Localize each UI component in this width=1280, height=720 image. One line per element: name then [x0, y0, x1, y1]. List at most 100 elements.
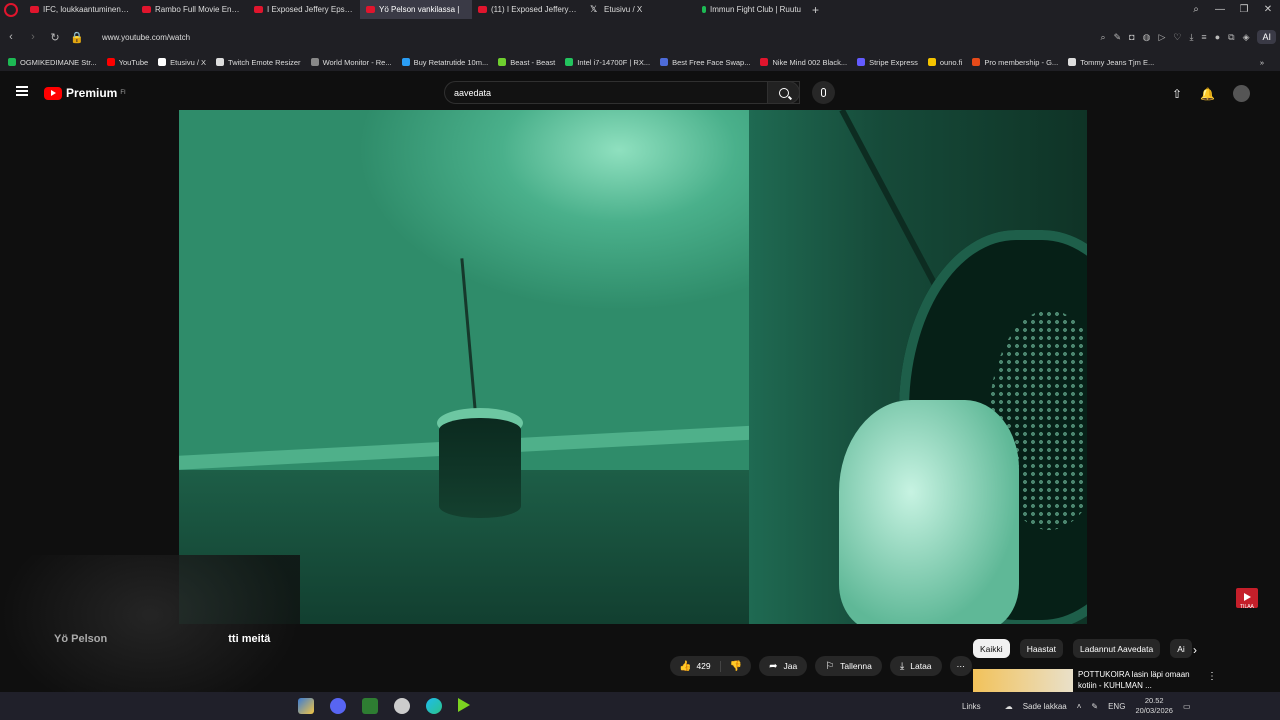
weather-text[interactable]: Sade lakkaa	[1023, 702, 1067, 711]
close-window-button[interactable]: ✕	[1256, 4, 1280, 15]
opera-menu-icon[interactable]	[4, 2, 18, 17]
search-tabs-icon[interactable]: ⌕	[1184, 4, 1208, 15]
address-bar: ‹ › ↻ 🔒 www.youtube.com/watch ⌕ ✎ ◘ ◍ ▷ …	[0, 27, 1280, 47]
video-frame-device	[439, 418, 521, 518]
bookmark-item[interactable]: Tommy Jeans Tjm E...	[1068, 58, 1154, 67]
filter-chip[interactable]: Kaikki	[973, 639, 1010, 658]
download-icon: ⤓	[899, 660, 905, 672]
search-input[interactable]: aavedata ✕	[444, 81, 800, 104]
search-icon[interactable]: ⌕	[1101, 32, 1106, 43]
bookmark-item[interactable]: Intel i7-14700F | RX...	[565, 58, 650, 67]
browser-tab[interactable]: I Exposed Jeffery Epstein	[248, 0, 360, 19]
recommended-thumbnail[interactable]	[973, 669, 1073, 693]
like-button[interactable]: 👍 429	[670, 660, 721, 672]
tray-overflow-icon[interactable]: ˄	[1077, 702, 1082, 711]
notifications-bell-icon[interactable]: 🔔	[1200, 87, 1215, 101]
hamburger-menu-icon[interactable]	[16, 86, 28, 96]
filter-chip[interactable]: Ai	[1170, 639, 1192, 658]
chips-next-icon[interactable]: ›	[1193, 643, 1197, 657]
browser-tab[interactable]: Yö Pelson vankilassa |	[360, 0, 472, 19]
search-button[interactable]	[767, 81, 800, 104]
more-actions-button[interactable]: ⋯	[949, 656, 973, 676]
menu-lines-icon[interactable]: ≡	[1201, 32, 1206, 42]
bookmark-item[interactable]: World Monitor - Re...	[310, 57, 392, 67]
video-player[interactable]	[179, 110, 1087, 624]
bookmark-item[interactable]: OGMIKEDIMANE Str...	[8, 58, 97, 67]
recommended-video[interactable]: POTTUKOIRA lasin läpi omaan kotiin - KUH…	[973, 669, 1217, 693]
bookmark-item[interactable]: Nike Mind 002 Black...	[760, 58, 847, 67]
app-white-icon[interactable]	[394, 698, 410, 714]
browser-tab[interactable]: IFC, loukkaantuminen & V	[24, 0, 136, 19]
bookmark-item[interactable]: YouTube	[106, 57, 149, 67]
filter-chip[interactable]: Ladannut Aavedata	[1072, 639, 1161, 658]
share-button[interactable]: ➦ Jaa	[759, 656, 808, 676]
extension-icon[interactable]: ⧉	[1228, 32, 1234, 43]
links-toolbar[interactable]: Links	[962, 702, 981, 711]
youtube-icon	[366, 6, 375, 13]
bookmark-item[interactable]: Buy Retatrutide 10m...	[401, 58, 488, 67]
browser-tab[interactable]: Rambo Full Movie English	[136, 0, 248, 19]
ai-button[interactable]: AI	[1257, 30, 1276, 44]
filter-chip[interactable]: Haastat	[1019, 639, 1063, 658]
bookmark-favicon-icon	[158, 58, 167, 66]
language-indicator[interactable]: ENG	[1108, 702, 1125, 711]
bookmark-label: World Monitor - Re...	[322, 57, 392, 67]
bookmark-item[interactable]: Beast - Beast	[498, 58, 555, 67]
app-green-icon[interactable]	[362, 698, 378, 714]
voice-search-button[interactable]	[812, 81, 835, 104]
edge-icon[interactable]	[426, 698, 442, 714]
bookmark-label: Pro membership - G...	[984, 57, 1059, 67]
bookmark-item[interactable]: Etusivu / X	[158, 58, 206, 67]
thumbs-down-icon: 👎	[729, 660, 743, 672]
tab-title: Yö Pelson vankilassa |	[379, 5, 460, 14]
bookmark-favicon-icon	[498, 58, 507, 66]
discord-icon[interactable]	[330, 698, 346, 714]
dislike-button[interactable]: 👎	[721, 661, 751, 672]
browser-tab[interactable]: (11) I Exposed Jeffery Epst	[472, 0, 584, 19]
save-button[interactable]: ⚐ Tallenna	[815, 656, 882, 676]
bookmark-label: Etusivu / X	[170, 57, 207, 67]
download-button[interactable]: ⤓ Lataa	[889, 656, 942, 676]
clock[interactable]: 20.52 20/03/2026	[1135, 696, 1173, 716]
minimize-button[interactable]: —	[1208, 4, 1232, 15]
upload-icon[interactable]: ⇧	[1172, 87, 1182, 101]
bookmark-item[interactable]: Stripe Express	[857, 58, 918, 67]
browser-tab[interactable]: 𝕏 Etusivu / X	[584, 0, 696, 19]
forward-button[interactable]: ›	[22, 31, 44, 43]
play-icon[interactable]: ▷	[1158, 32, 1165, 43]
bookmark-item[interactable]: ouno.fi	[927, 58, 962, 67]
browser-toolbar: ⌕ ✎ ◘ ◍ ▷ ♡ ⤓ ≡ ● ⧉ ◈ AI	[1101, 27, 1276, 47]
bookmark-favicon-icon	[857, 58, 866, 66]
reload-button[interactable]: ↻	[44, 31, 66, 44]
files-app-icon[interactable]	[298, 698, 314, 714]
download-icon[interactable]: ⤓	[1189, 32, 1193, 43]
youtube-premium-logo[interactable]: Premium FI	[44, 86, 126, 100]
bookmark-label: YouTube	[118, 57, 149, 67]
avatar[interactable]	[1233, 85, 1250, 102]
profile-icon[interactable]: ●	[1215, 32, 1220, 42]
bookmark-item[interactable]: Twitch Emote Resizer	[216, 58, 301, 67]
cube-icon[interactable]: ◈	[1243, 32, 1250, 43]
url-field[interactable]: www.youtube.com/watch	[102, 33, 190, 42]
camera-icon[interactable]: ◘	[1129, 32, 1134, 42]
heart-icon[interactable]: ♡	[1173, 32, 1181, 43]
recommended-menu-icon[interactable]: ⋮	[1207, 671, 1217, 682]
bookmark-favicon-icon	[972, 58, 981, 66]
search-icon	[778, 87, 789, 98]
bookmarks-bar: OGMIKEDIMANE Str... YouTube Etusivu / X Twi…	[0, 53, 1280, 71]
back-button[interactable]: ‹	[0, 31, 22, 43]
pen-icon[interactable]: ✎	[1091, 702, 1098, 711]
mic-icon	[821, 88, 826, 97]
bookmark-favicon-icon	[8, 58, 16, 66]
bookmark-item[interactable]: Pro membership - G...	[972, 58, 1058, 67]
bookmark-item[interactable]: Best Free Face Swap...	[660, 58, 750, 67]
edit-icon[interactable]: ✎	[1114, 32, 1122, 43]
new-tab-button[interactable]: +	[812, 3, 819, 17]
recommended-title[interactable]: POTTUKOIRA lasin läpi omaan kotiin - KUH…	[1078, 669, 1203, 691]
app-arrow-icon[interactable]	[458, 698, 470, 712]
bookmarks-more-icon[interactable]: »	[1260, 58, 1264, 67]
shield-icon[interactable]: ◍	[1143, 32, 1151, 43]
notification-center-icon[interactable]: ▭	[1183, 702, 1191, 711]
maximize-button[interactable]: ❐	[1232, 4, 1256, 15]
browser-tab[interactable]: Immun Fight Club | Ruutu	[696, 0, 808, 19]
